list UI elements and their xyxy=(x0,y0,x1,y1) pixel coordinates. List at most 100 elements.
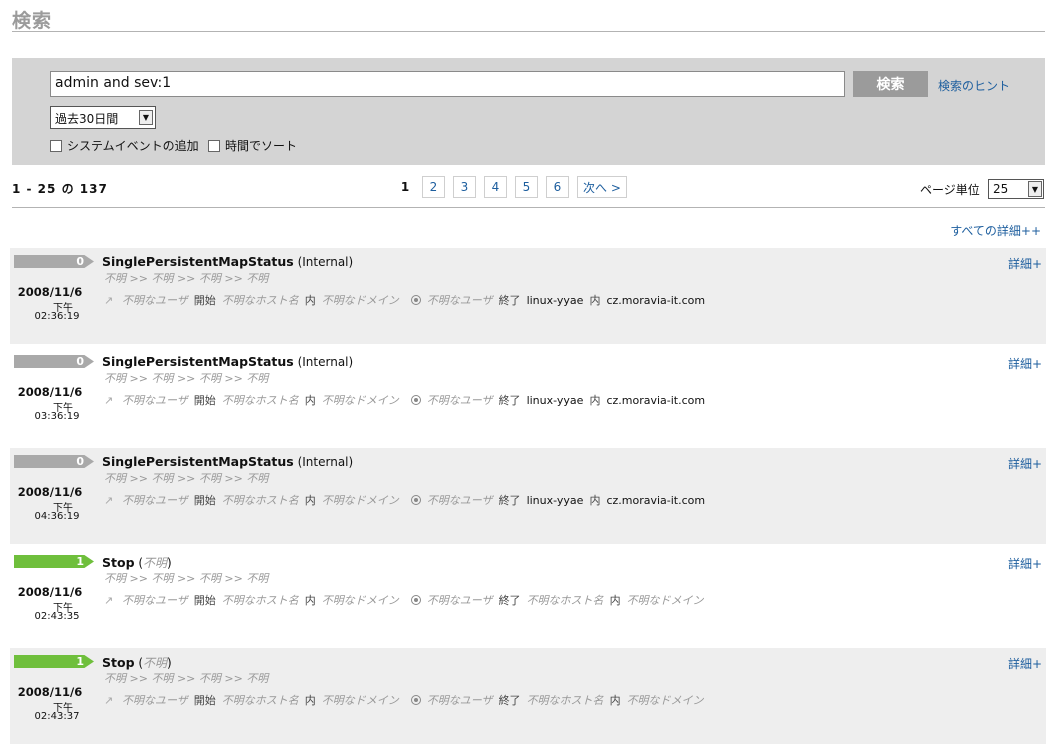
path-item: 不明 xyxy=(104,472,126,485)
event-title: SinglePersistentMapStatus xyxy=(102,454,294,469)
path-item: 不明 xyxy=(104,672,126,685)
event-row: 0 SinglePersistentMapStatus (Internal) 不… xyxy=(10,248,1046,344)
event-detail: ↗ 不明なユーザ 開始 不明なホスト名 内 不明なドメイン 不明なユーザ 終了 … xyxy=(104,592,710,608)
page-size-label: ページ単位 xyxy=(920,183,980,197)
time-range-select[interactable]: 過去30日間 ▼ xyxy=(50,106,156,129)
start-keyword: 開始 xyxy=(193,294,216,307)
event-detail: ↗ 不明なユーザ 開始 不明なホスト名 内 不明なドメイン 不明なユーザ 終了 … xyxy=(104,292,711,308)
in-keyword: 内 xyxy=(304,594,316,607)
initiator-user: 不明なユーザ xyxy=(122,694,188,707)
event-time: 02:43:37 xyxy=(34,711,80,722)
event-source: (Internal) xyxy=(297,255,354,269)
chevron-down-icon: ▼ xyxy=(1028,181,1042,197)
initiator-domain: 不明なドメイン xyxy=(321,394,399,407)
event-name: SinglePersistentMapStatus (Internal) xyxy=(102,454,353,469)
path-sep: >> xyxy=(129,472,148,485)
initiator-domain: 不明なドメイン xyxy=(321,694,399,707)
sort-time-checkbox[interactable] xyxy=(208,139,220,152)
list-divider xyxy=(12,207,1045,208)
target-host: 不明なホスト名 xyxy=(526,694,604,707)
in-keyword: 内 xyxy=(589,294,601,307)
path-sep: >> xyxy=(224,372,243,385)
search-input[interactable]: admin and sev:1 xyxy=(50,71,845,97)
connection-arrow-icon: ↗ xyxy=(104,693,114,707)
start-keyword: 開始 xyxy=(193,594,216,607)
target-host: 不明なホスト名 xyxy=(526,594,604,607)
event-source: 不明 xyxy=(143,656,168,670)
path-sep: >> xyxy=(129,672,148,685)
search-button[interactable]: 検索 xyxy=(853,71,928,97)
in-keyword: 内 xyxy=(589,494,601,507)
path-item: 不明 xyxy=(151,372,174,385)
event-time: 04:36:19 xyxy=(34,511,80,522)
path-sep: >> xyxy=(176,272,196,285)
path-item: 不明 xyxy=(246,472,269,485)
path-sep: >> xyxy=(176,472,196,485)
path-item: 不明 xyxy=(246,572,269,585)
target-user: 不明なユーザ xyxy=(426,494,493,507)
system-events-option[interactable]: システムイベントの追加 xyxy=(50,138,199,153)
initiator-user: 不明なユーザ xyxy=(122,594,188,607)
pager-page-2[interactable]: 2 xyxy=(422,176,445,198)
path-sep: >> xyxy=(129,272,148,285)
event-name: SinglePersistentMapStatus (Internal) xyxy=(102,354,353,369)
event-time: 03:36:19 xyxy=(34,411,80,422)
event-path: 不明 >> 不明 >> 不明 >> 不明 xyxy=(104,270,268,286)
path-item: 不明 xyxy=(151,672,174,685)
end-keyword: 終了 xyxy=(498,594,521,607)
event-date: 2008/11/6 xyxy=(17,685,83,699)
sort-time-label: 時間でソート xyxy=(225,139,298,153)
target-domain: cz.moravia-it.com xyxy=(606,393,706,407)
details-link[interactable]: 詳細+ xyxy=(1008,555,1042,572)
path-item: 不明 xyxy=(104,272,126,285)
details-link[interactable]: 詳細+ xyxy=(1008,655,1042,672)
event-time: 02:43:35 xyxy=(34,611,80,622)
page-size-select[interactable]: 25 ▼ xyxy=(988,179,1044,199)
details-link[interactable]: 詳細+ xyxy=(1008,355,1042,372)
path-sep: >> xyxy=(224,672,243,685)
event-path: 不明 >> 不明 >> 不明 >> 不明 xyxy=(104,370,268,386)
event-detail: ↗ 不明なユーザ 開始 不明なホスト名 内 不明なドメイン 不明なユーザ 終了 … xyxy=(104,392,711,408)
pager-page-5[interactable]: 5 xyxy=(515,176,538,198)
search-hint-link[interactable]: 検索のヒント xyxy=(938,77,1010,94)
path-item: 不明 xyxy=(104,372,126,385)
in-keyword: 内 xyxy=(609,594,621,607)
initiator-host: 不明なホスト名 xyxy=(221,694,299,707)
pager-page-6[interactable]: 6 xyxy=(546,176,569,198)
event-row: 1 Stop (不明) 不明 >> 不明 >> 不明 >> 不明 2008/11… xyxy=(10,648,1046,744)
system-events-checkbox[interactable] xyxy=(50,139,62,152)
pager-next[interactable]: 次へ > xyxy=(577,176,627,198)
target-user: 不明なユーザ xyxy=(426,694,493,707)
path-item: 不明 xyxy=(198,372,221,385)
path-item: 不明 xyxy=(151,472,174,485)
connection-arrow-icon: ↗ xyxy=(104,393,114,407)
connection-arrow-icon: ↗ xyxy=(104,293,114,307)
pager-page-3[interactable]: 3 xyxy=(453,176,476,198)
target-domain: cz.moravia-it.com xyxy=(606,293,706,307)
page-size-value: 25 xyxy=(993,182,1009,196)
pager-page-4[interactable]: 4 xyxy=(484,176,507,198)
target-icon xyxy=(410,295,421,305)
path-sep: >> xyxy=(176,372,196,385)
all-details-link[interactable]: すべての詳細++ xyxy=(950,222,1041,239)
in-keyword: 内 xyxy=(609,694,621,707)
target-host: linux-yyae xyxy=(526,293,584,307)
path-item: 不明 xyxy=(246,372,269,385)
details-link[interactable]: 詳細+ xyxy=(1008,255,1042,272)
path-sep: >> xyxy=(224,272,243,285)
connection-arrow-icon: ↗ xyxy=(104,493,114,507)
details-link[interactable]: 詳細+ xyxy=(1008,455,1042,472)
target-domain: cz.moravia-it.com xyxy=(606,493,706,507)
chevron-down-icon: ▼ xyxy=(139,110,153,125)
sort-time-option[interactable]: 時間でソート xyxy=(208,138,297,153)
path-item: 不明 xyxy=(151,272,174,285)
event-title: Stop xyxy=(102,655,135,670)
initiator-host: 不明なホスト名 xyxy=(221,294,299,307)
event-date: 2008/11/6 xyxy=(17,285,83,299)
event-source: (Internal) xyxy=(297,355,354,369)
severity-badge: 0 xyxy=(14,255,94,268)
path-item: 不明 xyxy=(246,272,269,285)
path-sep: >> xyxy=(224,572,243,585)
event-row: 0 SinglePersistentMapStatus (Internal) 不… xyxy=(10,448,1046,544)
initiator-host: 不明なホスト名 xyxy=(221,494,299,507)
